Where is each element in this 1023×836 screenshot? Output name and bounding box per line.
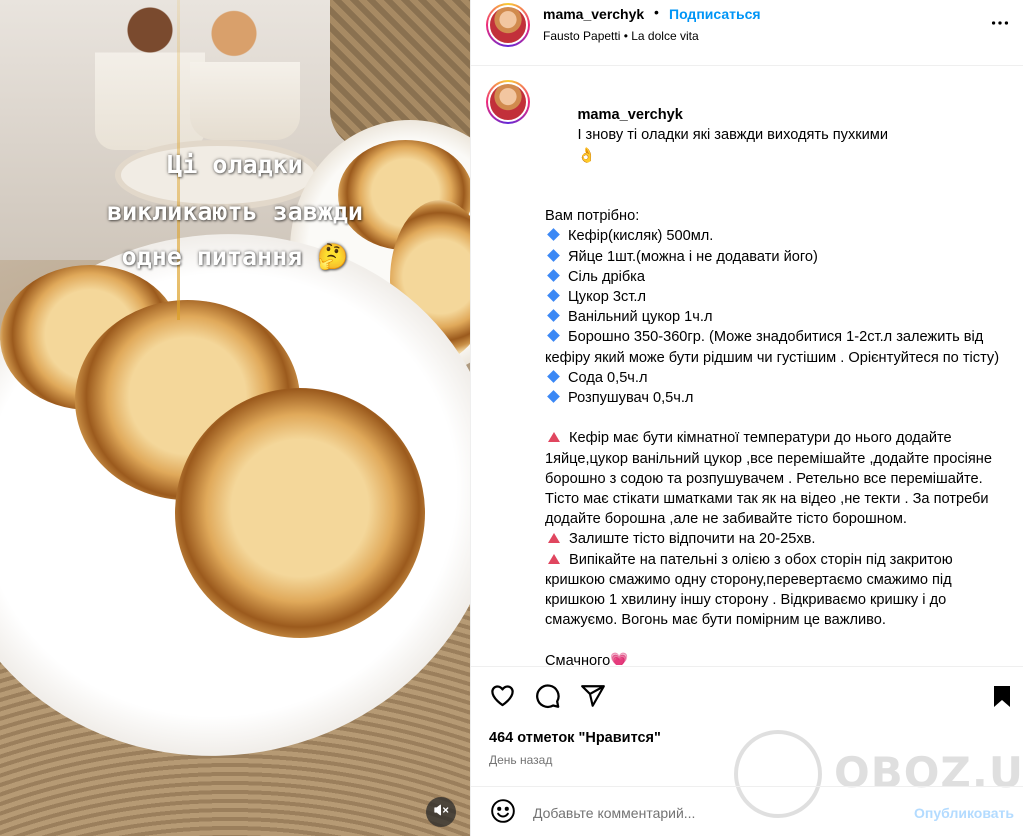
- follow-button[interactable]: Подписаться: [669, 6, 761, 22]
- comment-input[interactable]: [533, 799, 893, 827]
- ingredient-item: Сіль дрібка: [545, 267, 1005, 287]
- post-caption: mama_verchyk І знову ті оладки які завжд…: [471, 67, 1023, 665]
- ceramic-figurine-2: [190, 10, 300, 140]
- video-overlay-text: викликають завжди: [107, 197, 363, 226]
- blue-diamond-icon: [547, 309, 560, 323]
- step-item: Залиште тісто відпочити на 20-25хв.: [545, 529, 1005, 549]
- emoji-icon: [490, 798, 516, 829]
- red-triangle-icon: [548, 533, 560, 544]
- step-item: Кефір має бути кімнатної температури до …: [545, 430, 997, 528]
- more-icon: [989, 12, 1011, 39]
- ceramic-figurine: [95, 0, 205, 150]
- author-username-link[interactable]: mama_verchyk: [543, 6, 644, 22]
- action-bar: [471, 666, 1023, 728]
- video-overlay-text: одне питання 🤔: [121, 242, 349, 271]
- bookmark-icon: [990, 683, 1014, 714]
- more-options-button[interactable]: [989, 14, 1011, 36]
- avatar[interactable]: [486, 3, 530, 47]
- comment-icon: [534, 682, 561, 714]
- ingredients-title: Вам потрібно:: [545, 208, 640, 225]
- blue-diamond-icon: [547, 369, 560, 383]
- like-count[interactable]: 464 отметок "Нравится": [489, 730, 661, 746]
- caption-username-link[interactable]: mama_verchyk: [577, 107, 682, 123]
- post-header: mama_verchyk • Подписаться Fausto Papett…: [471, 0, 1023, 66]
- post-timestamp[interactable]: День назад: [489, 753, 552, 767]
- ok-hand-emoji: 👌: [577, 147, 596, 164]
- blue-diamond-icon: [547, 268, 560, 282]
- post-media[interactable]: Ці оладки викликають завжди одне питання…: [0, 0, 470, 836]
- heart-icon: [489, 682, 516, 714]
- ingredient-item: Цукор 3ст.л: [545, 287, 1005, 307]
- blue-diamond-icon: [547, 289, 560, 302]
- ingredient-item: Ванільний цукор 1ч.л: [545, 307, 1005, 327]
- pancake: [175, 388, 425, 638]
- audio-track-link[interactable]: Fausto Papetti • La dolce vita: [543, 29, 699, 43]
- share-button[interactable]: [579, 684, 607, 712]
- red-triangle-icon: [548, 553, 560, 564]
- ingredient-item: Яйце 1шт.(можна і не додавати його): [545, 247, 1005, 267]
- step-item: Випікайте на пательні з олією з обох сто…: [545, 551, 957, 629]
- video-overlay-text: Ці оладки: [167, 150, 303, 179]
- ingredient-item: Сода 0,5ч.л: [545, 368, 1005, 388]
- save-button[interactable]: [988, 684, 1016, 712]
- muted-speaker-icon: [433, 802, 449, 823]
- pink-heart-emoji: 💗: [610, 652, 629, 665]
- blue-diamond-icon: [547, 248, 560, 262]
- comment-bar: Опубликовать: [471, 786, 1023, 836]
- like-button[interactable]: [488, 684, 516, 712]
- ingredient-item: Розпушувач 0,5ч.л: [545, 388, 1005, 408]
- ingredient-item: Борошно 350-360гр. (Може знадобитися 1-2…: [545, 329, 1000, 366]
- blue-diamond-icon: [547, 228, 560, 242]
- emoji-button[interactable]: [489, 798, 517, 829]
- blue-diamond-icon: [547, 329, 560, 343]
- ingredient-item: Кефір(кисляк) 500мл.: [545, 226, 1005, 246]
- blue-diamond-icon: [547, 390, 560, 403]
- caption-closing: Смачного💗: [545, 651, 1005, 665]
- avatar[interactable]: [486, 80, 530, 124]
- publish-button[interactable]: Опубликовать: [914, 805, 1014, 821]
- share-icon: [580, 683, 606, 714]
- caption-intro: І знову ті оладки які завжди виходять пу…: [577, 127, 888, 144]
- red-triangle-icon: [548, 432, 560, 443]
- mute-button[interactable]: [426, 797, 456, 827]
- caption-text: mama_verchyk І знову ті оладки які завжд…: [545, 85, 1005, 665]
- separator-dot: •: [654, 4, 659, 20]
- post-side-panel: mama_verchyk • Подписаться Fausto Papett…: [470, 0, 1023, 836]
- comment-button[interactable]: [533, 684, 561, 712]
